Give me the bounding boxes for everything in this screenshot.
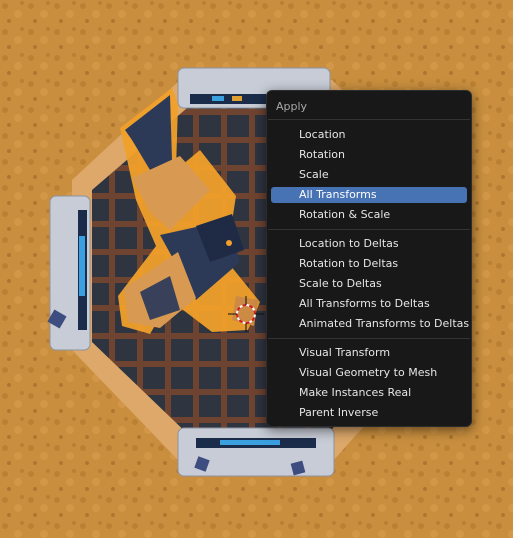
menu-item-location-to-deltas[interactable]: Location to Deltas <box>271 236 467 252</box>
menu-item-scale[interactable]: Scale <box>271 167 467 183</box>
menu-item-label: All Transforms <box>299 188 377 201</box>
menu-item-all-transforms-to-deltas[interactable]: All Transforms to Deltas <box>271 296 467 312</box>
menu-item-rotation[interactable]: Rotation <box>271 147 467 163</box>
menu-item-location[interactable]: Location <box>271 127 467 143</box>
menu-item-all-transforms[interactable]: All Transforms <box>271 187 467 203</box>
menu-item-visual-transform[interactable]: Visual Transform <box>271 345 467 361</box>
menu-item-label: Rotation <box>299 148 346 161</box>
top-console-light <box>232 96 242 101</box>
menu-title: Apply <box>276 100 308 113</box>
menu-separator <box>268 229 470 230</box>
menu-item-rotation-to-deltas[interactable]: Rotation to Deltas <box>271 256 467 272</box>
menu-item-label: Visual Geometry to Mesh <box>299 366 438 379</box>
top-console-light <box>212 96 224 101</box>
menu-item-visual-geometry-to-mesh[interactable]: Visual Geometry to Mesh <box>271 365 467 381</box>
menu-separator <box>268 338 470 339</box>
menu-item-label: Animated Transforms to Deltas <box>299 317 470 330</box>
menu-separator <box>268 119 470 120</box>
menu-item-parent-inverse[interactable]: Parent Inverse <box>271 405 467 421</box>
menu-item-make-instances-real[interactable]: Make Instances Real <box>271 385 467 401</box>
menu-item-scale-to-deltas[interactable]: Scale to Deltas <box>271 276 467 292</box>
menu-item-label: Location <box>299 128 346 141</box>
menu-item-animated-transforms-to-deltas[interactable]: Animated Transforms to Deltas <box>271 316 470 332</box>
bottom-console-light <box>220 440 280 445</box>
left-console-light <box>79 236 85 296</box>
top-console-screen <box>190 94 266 104</box>
menu-item-label: Scale <box>299 168 329 181</box>
menu-item-label: Visual Transform <box>299 346 391 359</box>
menu-item-label: Rotation & Scale <box>299 208 391 221</box>
menu-item-label: Scale to Deltas <box>299 277 382 290</box>
menu-item-rotation-scale[interactable]: Rotation & Scale <box>271 207 467 223</box>
menu-item-label: Make Instances Real <box>299 386 412 399</box>
menu-item-label: Rotation to Deltas <box>299 257 399 270</box>
menu-item-label: All Transforms to Deltas <box>299 297 430 310</box>
apply-menu: Apply Location Rotation Scale All Transf… <box>266 90 472 427</box>
menu-item-label: Location to Deltas <box>299 237 399 250</box>
object-origin <box>226 240 232 246</box>
menu-item-label: Parent Inverse <box>299 406 379 419</box>
